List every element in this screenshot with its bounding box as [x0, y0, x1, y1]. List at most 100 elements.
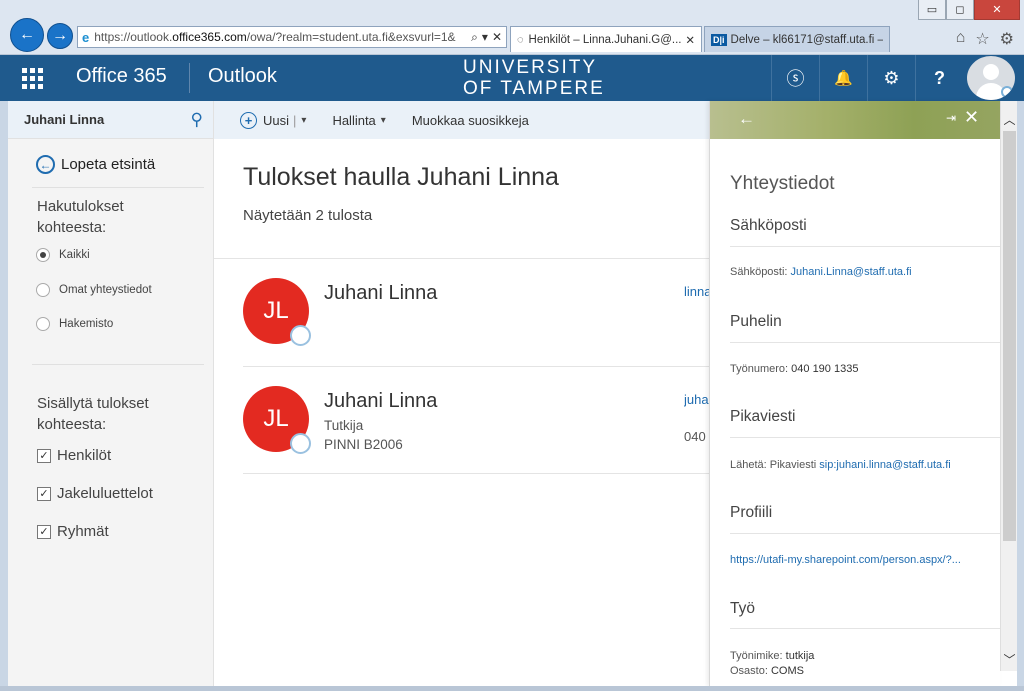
- person-email[interactable]: juha: [684, 392, 709, 407]
- radio-label: Kaikki: [59, 249, 90, 261]
- search-filter-pane: Juhani Linna ⚲ ← Lopeta etsintä Hakutulo…: [8, 101, 214, 686]
- department-value: COMS: [770, 665, 804, 677]
- home-icon[interactable]: ⌂: [956, 29, 966, 49]
- profile-link[interactable]: https://utafi-my.sharepoint.com/person.a…: [730, 554, 961, 566]
- presence-icon: [1001, 86, 1013, 98]
- scroll-up-icon[interactable]: ︿: [1001, 111, 1018, 127]
- skype-button[interactable]: ⓢ: [771, 55, 819, 101]
- im-link[interactable]: sip:juhani.linna@staff.uta.fi: [819, 459, 950, 471]
- divider: [32, 364, 204, 365]
- radio-button[interactable]: [36, 317, 50, 331]
- close-tab-icon[interactable]: ✕: [685, 33, 695, 47]
- contact-card-pane: ← ⇥ ✕ Yhteystiedot Sähköposti Sähköposti…: [709, 101, 1001, 686]
- settings-gear-icon[interactable]: ⚙: [1000, 29, 1014, 49]
- results-from-title: Hakutulokset kohteesta:: [37, 198, 124, 236]
- window-controls: ▭ ◻ ✕: [918, 0, 1020, 20]
- maximize-button[interactable]: ◻: [946, 0, 974, 20]
- avatar-head: [983, 64, 999, 80]
- checkbox[interactable]: ✓: [37, 486, 51, 501]
- presence-icon: [290, 325, 311, 346]
- o365-top-bar: Office 365 Outlook UNIVERSITY OF TAMPERE…: [0, 55, 1024, 101]
- email-section-title: Sähköposti: [730, 217, 807, 234]
- suite-title[interactable]: Office 365: [76, 65, 167, 88]
- phone-value[interactable]: 040 190 1335: [791, 363, 858, 375]
- checkbox-ryhmat[interactable]: ✓ Ryhmät: [37, 523, 109, 540]
- dropdown-icon[interactable]: ▾: [482, 30, 488, 45]
- manage-button[interactable]: Hallinta ▾: [332, 113, 385, 128]
- command-toolbar: + Uusi | ▾ Hallinta ▾ Muokkaa suosikkeja: [214, 101, 709, 139]
- edit-favorites-button[interactable]: Muokkaa suosikkeja: [412, 113, 529, 128]
- address-bar[interactable]: e https://outlook.office365.com/owa/?rea…: [77, 26, 507, 48]
- person-email[interactable]: linna: [684, 284, 709, 299]
- card-scrollbar[interactable]: ︿ ﹀: [1000, 101, 1017, 671]
- checkbox-henkilot[interactable]: ✓ Henkilöt: [37, 447, 111, 464]
- person-result[interactable]: JL Juhani Linna linna: [243, 278, 709, 378]
- ie-icon: e: [82, 29, 90, 45]
- stop-icon[interactable]: ✕: [492, 30, 502, 45]
- im-line: Lähetä: Pikaviesti sip:juhani.linna@staf…: [730, 459, 951, 471]
- scroll-down-icon[interactable]: ﹀: [1001, 651, 1018, 667]
- search-value: Juhani Linna: [24, 112, 105, 127]
- radio-omat-yhteystiedot[interactable]: Omat yhteystiedot: [36, 283, 152, 297]
- radio-button[interactable]: [36, 283, 50, 297]
- help-icon: ?: [934, 67, 945, 88]
- card-heading: Yhteystiedot: [730, 173, 835, 194]
- email-label: Sähköposti:: [730, 266, 788, 278]
- chevron-down-icon[interactable]: ▾: [301, 115, 306, 126]
- search-icon[interactable]: ⌕: [471, 30, 478, 45]
- split-divider: |: [293, 112, 297, 128]
- profile-section-title: Profiili: [730, 504, 773, 521]
- back-icon[interactable]: ←: [738, 109, 755, 129]
- tab-delve[interactable]: D|i Delve – kl66171@staff.uta.fi – ...: [704, 26, 890, 52]
- new-button[interactable]: + Uusi | ▾: [240, 111, 306, 129]
- delve-icon: D|i: [711, 33, 727, 46]
- address-url[interactable]: https://outlook.office365.com/owa/?realm…: [94, 30, 467, 44]
- settings-button[interactable]: ⚙: [867, 55, 915, 101]
- checkbox-label: Jakeluluettelot: [57, 485, 153, 502]
- back-circle-icon: ←: [36, 155, 55, 174]
- bar-divider: [189, 63, 190, 93]
- favorites-star-icon[interactable]: ☆: [975, 29, 989, 49]
- phone-label: Työnumero:: [730, 363, 789, 375]
- search-input[interactable]: Juhani Linna ⚲: [8, 101, 213, 139]
- phone-line: Työnumero: 040 190 1335: [730, 363, 858, 375]
- close-icon[interactable]: ✕: [964, 107, 979, 128]
- forward-button[interactable]: →: [47, 23, 73, 49]
- person-name: Juhani Linna: [324, 282, 438, 304]
- close-window-button[interactable]: ✕: [974, 0, 1020, 20]
- window-bottom-edge: [0, 686, 1024, 691]
- radio-button[interactable]: [36, 248, 50, 262]
- scroll-thumb[interactable]: [1003, 131, 1016, 541]
- person-result[interactable]: JL Juhani Linna Tutkija PINNI B2006 juha…: [243, 386, 709, 486]
- loading-icon: ◌: [517, 33, 524, 46]
- pin-icon[interactable]: ⇥: [946, 111, 956, 125]
- gear-icon: ⚙: [883, 67, 900, 88]
- tab-henkilot[interactable]: ◌ Henkilöt – Linna.Juhani.G@... ✕: [510, 26, 702, 52]
- divider: [730, 533, 1001, 534]
- checkbox-jakeluluettelot[interactable]: ✓ Jakeluluettelot: [37, 485, 153, 502]
- back-button[interactable]: ←: [10, 18, 44, 52]
- app-title[interactable]: Outlook: [208, 65, 277, 88]
- radio-label: Hakemisto: [59, 318, 114, 330]
- minimize-button[interactable]: ▭: [918, 0, 946, 20]
- radio-kaikki[interactable]: Kaikki: [36, 248, 90, 262]
- email-link[interactable]: Juhani.Linna@staff.uta.fi: [791, 266, 912, 278]
- search-icon[interactable]: ⚲: [191, 110, 203, 130]
- window-left-edge: [0, 101, 8, 686]
- help-button[interactable]: ?: [915, 55, 963, 101]
- browser-tools: ⌂ ☆ ⚙: [956, 29, 1014, 49]
- checkbox[interactable]: ✓: [37, 524, 51, 539]
- divider: [730, 246, 1001, 247]
- stop-search-button[interactable]: ← Lopeta etsintä: [36, 155, 155, 174]
- waffle-icon: [21, 67, 43, 89]
- user-avatar[interactable]: [967, 56, 1015, 100]
- app-launcher-button[interactable]: [8, 55, 56, 101]
- url-domain: office365.com: [172, 30, 247, 44]
- include-results-title: Sisällytä tulokset kohteesta:: [37, 395, 149, 433]
- divider: [730, 437, 1001, 438]
- radio-hakemisto[interactable]: Hakemisto: [36, 317, 113, 331]
- checkbox[interactable]: ✓: [37, 448, 51, 463]
- job-title-value: tutkija: [785, 650, 815, 662]
- notifications-button[interactable]: 🔔: [819, 55, 867, 101]
- manage-label: Hallinta: [332, 112, 376, 128]
